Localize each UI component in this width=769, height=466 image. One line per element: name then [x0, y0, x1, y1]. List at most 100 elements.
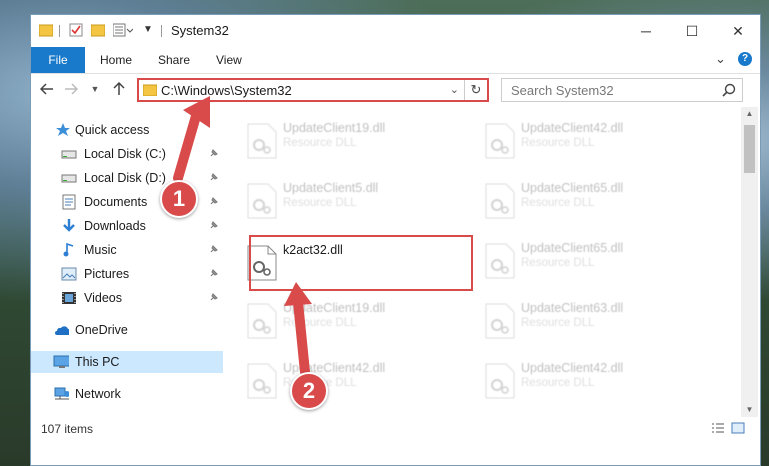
- help-icon[interactable]: ?: [738, 52, 752, 66]
- address-path[interactable]: C:\Windows\System32: [161, 83, 292, 98]
- scroll-thumb[interactable]: [744, 125, 755, 173]
- download-icon: [61, 218, 77, 234]
- music-icon: [61, 242, 77, 258]
- sidebar-item-label: OneDrive: [75, 323, 128, 337]
- file-type: Resource DLL: [521, 257, 595, 269]
- file-name: UpdateClient42.dll: [521, 121, 624, 135]
- sidebar-item-videos[interactable]: Videos: [31, 287, 223, 309]
- dll-file-icon: [485, 243, 515, 279]
- file-item[interactable]: UpdateClient42.dll Resource DLL: [469, 115, 699, 163]
- new-folder-icon[interactable]: [90, 23, 106, 37]
- navigation-pane: Quick access Local Disk (C:) Local Disk …: [31, 107, 223, 417]
- item-count: 107 items: [41, 422, 94, 436]
- ribbon-expand-icon[interactable]: ⌄: [715, 51, 726, 67]
- step-callout-2: 2: [290, 372, 328, 410]
- dll-file-icon: [485, 183, 515, 219]
- quick-access-dropdown-icon[interactable]: ▼: [143, 24, 157, 38]
- drive-icon: [61, 146, 77, 162]
- sidebar-item-label: This PC: [75, 355, 120, 369]
- videos-icon: [61, 290, 77, 306]
- file-type: Resource DLL: [521, 137, 595, 149]
- scroll-up-icon[interactable]: ▲: [741, 107, 758, 121]
- file-name: UpdateClient63.dll: [521, 301, 624, 315]
- tab-home[interactable]: Home: [100, 53, 132, 67]
- tab-file[interactable]: File: [31, 47, 85, 73]
- recent-locations-icon[interactable]: ▼: [85, 79, 105, 99]
- dll-file-icon: [485, 363, 515, 399]
- tab-share[interactable]: Share: [158, 53, 190, 67]
- sidebar-item-label: Quick access: [75, 123, 150, 137]
- dll-file-icon: [485, 303, 515, 339]
- dll-file-icon: [247, 303, 277, 339]
- file-item[interactable]: UpdateClient19.dll Resource DLL: [231, 115, 461, 163]
- file-name: UpdateClient65.dll: [521, 241, 624, 255]
- dll-file-icon: [247, 123, 277, 159]
- search-placeholder: Search System32: [511, 83, 614, 98]
- dll-file-icon: [247, 363, 277, 399]
- file-item[interactable]: UpdateClient42.dll Resource DLL: [231, 355, 461, 403]
- properties-icon[interactable]: [69, 23, 83, 37]
- large-icons-view-icon[interactable]: [731, 422, 745, 434]
- maximize-button[interactable]: ☐: [669, 15, 715, 47]
- pictures-icon: [61, 266, 77, 282]
- file-list: UpdateClient19.dll Resource DLL UpdateCl…: [223, 107, 741, 417]
- address-dropdown-icon[interactable]: ⌄: [450, 83, 459, 96]
- sidebar-item-local-disk-d[interactable]: Local Disk (D:): [31, 167, 223, 189]
- address-bar[interactable]: C:\Windows\System32 ⌄ ↻: [137, 78, 489, 102]
- file-item[interactable]: UpdateClient65.dll Resource DLL: [469, 175, 699, 223]
- search-icon: [722, 83, 736, 100]
- close-button[interactable]: ✕: [715, 15, 761, 47]
- forward-arrow-icon[interactable]: [61, 79, 81, 99]
- sidebar-item-label: Music: [84, 243, 117, 257]
- sidebar-item-downloads[interactable]: Downloads: [31, 215, 223, 237]
- sidebar-item-this-pc[interactable]: This PC: [31, 351, 223, 373]
- pin-icon[interactable]: [209, 268, 219, 281]
- file-name: UpdateClient19.dll: [283, 121, 386, 135]
- file-type: Resource DLL: [521, 197, 595, 209]
- file-highlight-box: [249, 235, 473, 291]
- sidebar-item-label: Documents: [84, 195, 148, 209]
- computer-icon: [53, 354, 69, 370]
- customize-toolbar-icon[interactable]: [112, 23, 134, 37]
- pin-icon[interactable]: [209, 220, 219, 233]
- file-item[interactable]: UpdateClient65.dll Resource DLL: [469, 235, 699, 283]
- up-arrow-icon[interactable]: [109, 79, 129, 99]
- sidebar-item-quick-access[interactable]: Quick access: [31, 119, 223, 141]
- tab-view[interactable]: View: [216, 53, 242, 67]
- pin-icon[interactable]: [209, 196, 219, 209]
- file-item[interactable]: UpdateClient5.dll Resource DLL: [231, 175, 461, 223]
- file-name: UpdateClient19.dll: [283, 301, 386, 315]
- pin-icon[interactable]: [209, 148, 219, 161]
- sidebar-item-onedrive[interactable]: OneDrive: [31, 319, 223, 341]
- file-type: Resource DLL: [521, 377, 595, 389]
- network-icon: [53, 386, 69, 402]
- sidebar-item-label: Pictures: [84, 267, 130, 281]
- vertical-scrollbar[interactable]: ▲ ▼: [741, 107, 758, 417]
- sidebar-item-music[interactable]: Music: [31, 239, 223, 261]
- file-explorer-window: ▼ System32 ─ ☐ ✕ File Home Share View ⌄ …: [30, 14, 761, 466]
- cloud-icon: [53, 322, 69, 338]
- sidebar-item-pictures[interactable]: Pictures: [31, 263, 223, 285]
- folder-icon: [142, 84, 158, 99]
- pin-icon[interactable]: [209, 172, 219, 185]
- documents-icon: [61, 194, 77, 210]
- pin-icon[interactable]: [209, 244, 219, 257]
- title-bar: ▼ System32 ─ ☐ ✕: [31, 15, 760, 47]
- sidebar-item-local-disk-c[interactable]: Local Disk (C:): [31, 143, 223, 165]
- refresh-button[interactable]: ↻: [464, 80, 487, 100]
- file-type: Resource DLL: [283, 137, 357, 149]
- pin-icon[interactable]: [209, 292, 219, 305]
- file-type: Resource DLL: [283, 197, 357, 209]
- back-arrow-icon[interactable]: [37, 79, 57, 99]
- minimize-button[interactable]: ─: [623, 15, 669, 47]
- file-item[interactable]: UpdateClient63.dll Resource DLL: [469, 295, 699, 343]
- file-type: Resource DLL: [283, 317, 357, 329]
- scroll-down-icon[interactable]: ▼: [741, 403, 758, 417]
- details-view-icon[interactable]: [711, 422, 725, 434]
- sidebar-item-label: Local Disk (D:): [84, 171, 166, 185]
- sidebar-item-network[interactable]: Network: [31, 383, 223, 405]
- file-item[interactable]: UpdateClient19.dll Resource DLL: [231, 295, 461, 343]
- file-item[interactable]: UpdateClient42.dll Resource DLL: [469, 355, 699, 403]
- file-name: UpdateClient42.dll: [283, 361, 386, 375]
- search-input[interactable]: Search System32: [501, 78, 743, 102]
